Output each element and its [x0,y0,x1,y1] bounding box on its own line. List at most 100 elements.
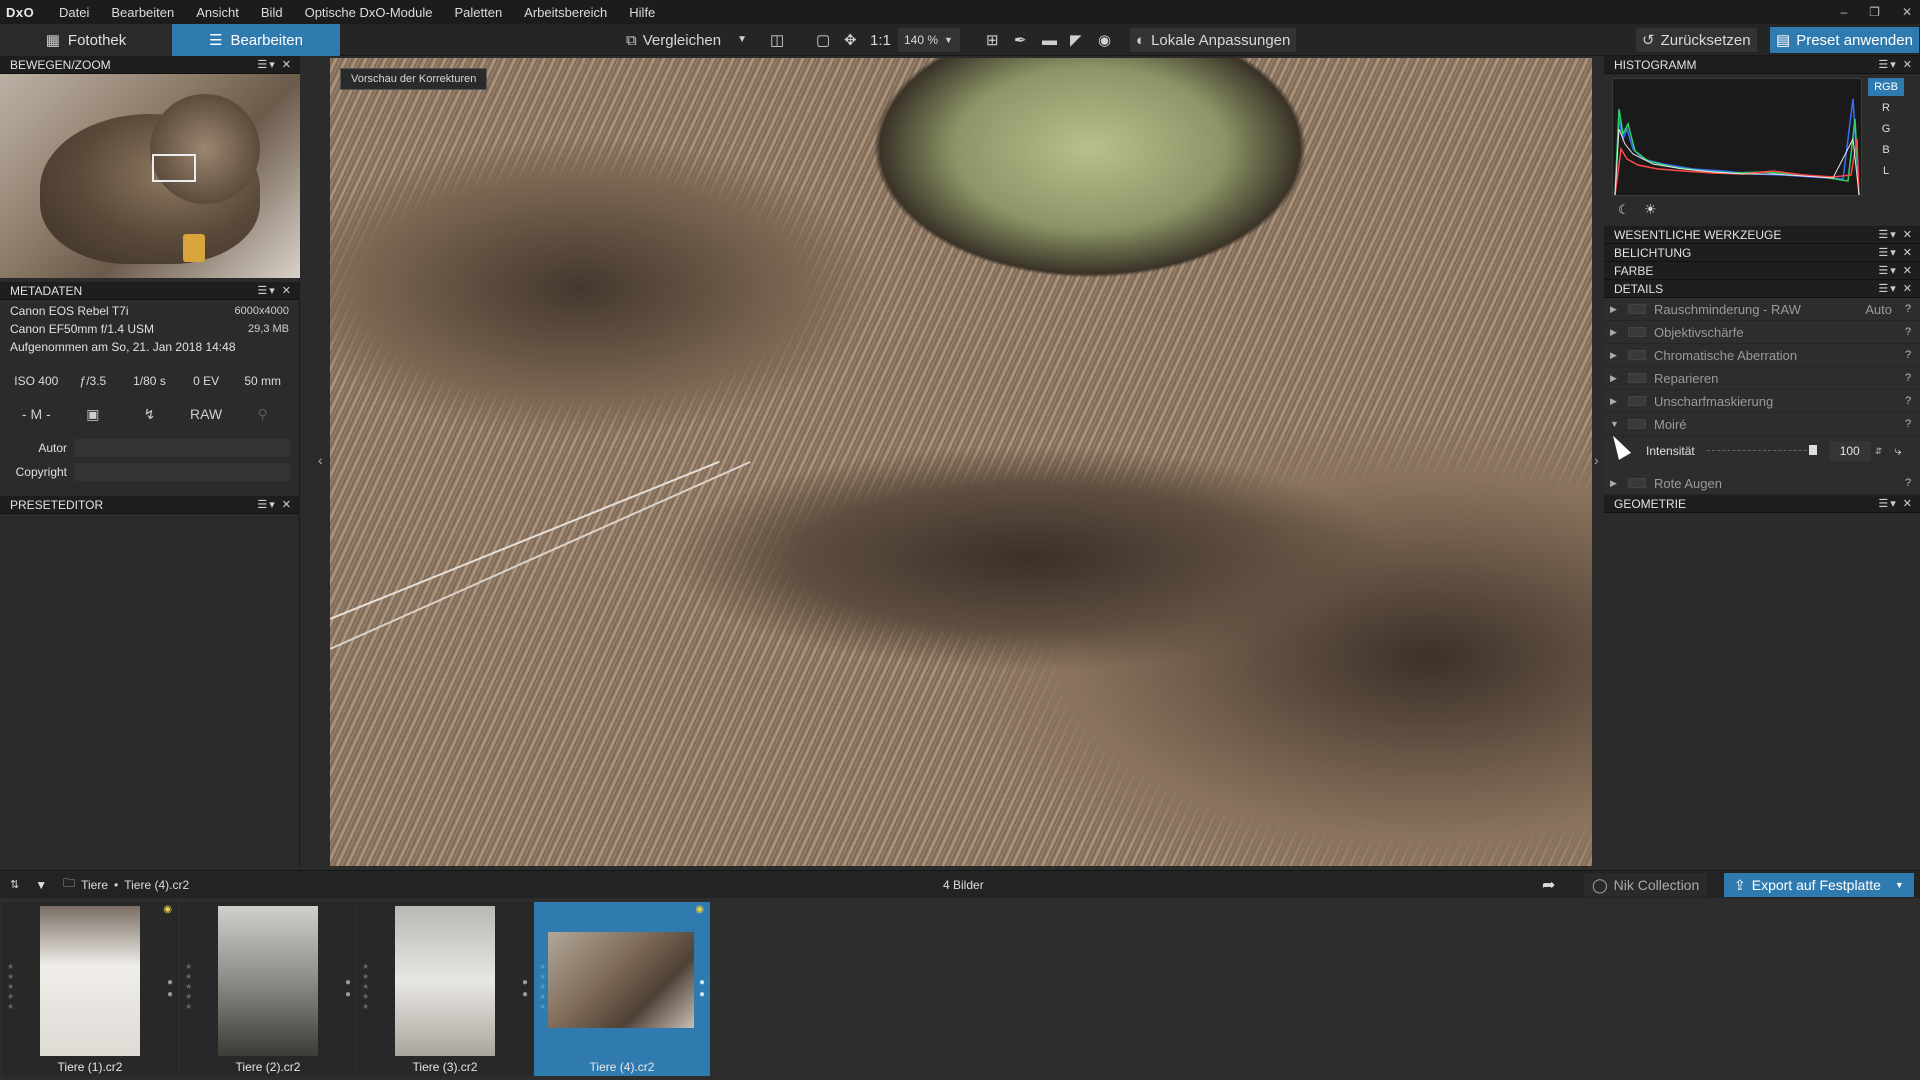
expand-icon[interactable]: ▶ [1610,478,1624,489]
local-adjust-button[interactable]: ◐ Lokale Anpassungen [1130,28,1297,52]
panel-menu-close-icon[interactable]: ☰▾ ✕ [257,498,293,511]
rating-stars[interactable]: ★ ★ ★ ★ ★ [362,962,369,1012]
stepper-icon[interactable]: ⇵ [1875,446,1883,457]
film-item[interactable]: ★ ★ ★ ★ ★ ● ● Tiere (3).cr2 [357,902,533,1076]
help-icon[interactable]: ? [1902,303,1914,315]
copyright-input[interactable] [73,462,291,482]
export-button[interactable]: ⇪ Export auf Festplatte ▼ [1724,873,1914,897]
tab-library[interactable]: ▦ Fotothek [0,24,172,56]
repair-button[interactable]: ◤ [1064,28,1088,52]
essential-tools-header[interactable]: WESENTLICHE WERKZEUGE ☰▾ ✕ [1604,226,1920,244]
detail-item-noise-reduction[interactable]: ▶ Rauschminderung - RAW Auto ? [1604,298,1920,321]
filter-icon[interactable]: ▼ [35,878,47,892]
split-view-button[interactable]: ◫ [764,28,790,52]
help-icon[interactable]: ? [1902,395,1914,407]
move-button[interactable]: ✥ [838,28,863,52]
menu-edit[interactable]: Bearbeiten [100,5,185,20]
tab-edit[interactable]: ☰ Bearbeiten [172,24,340,56]
detail-item-moire[interactable]: ▼ Moiré ? [1604,413,1920,436]
collapse-left-icon[interactable]: ‹ [318,452,323,468]
rating-stars[interactable]: ★ ★ ★ ★ ★ [185,962,192,1012]
reset-button[interactable]: ↺ Zurücksetzen [1636,28,1757,52]
slider-knob[interactable] [1808,445,1817,455]
menu-image[interactable]: Bild [250,5,294,20]
chevron-down-icon[interactable]: ▼ [1895,880,1904,890]
zoom-level-select[interactable]: 140 % ▼ [898,28,960,52]
detail-item-chromatic-aberration[interactable]: ▶ Chromatische Aberration ? [1604,344,1920,367]
help-icon[interactable]: ? [1902,349,1914,361]
menu-view[interactable]: Ansicht [185,5,250,20]
author-input[interactable] [73,438,291,458]
expand-icon[interactable]: ▶ [1610,350,1624,361]
panel-menu-close-icon[interactable]: ☰▾ ✕ [1878,264,1914,277]
channel-r[interactable]: R [1868,99,1904,117]
close-icon[interactable]: ✕ [1902,5,1912,19]
collapse-right-icon[interactable]: › [1594,452,1599,468]
rating-stars[interactable]: ★ ★ ★ ★ ★ [539,962,546,1012]
zoom-1to1-button[interactable]: 1:1 [864,28,897,52]
channel-g[interactable]: G [1868,120,1904,138]
menu-help[interactable]: Hilfe [618,5,666,20]
panel-menu-close-icon[interactable]: ☰▾ ✕ [1878,228,1914,241]
panel-menu-close-icon[interactable]: ☰▾ ✕ [257,58,293,71]
enable-toggle[interactable] [1628,478,1646,488]
film-item[interactable]: ★ ★ ★ ★ ★ ● ● ◉ Tiere (1).cr2 [2,902,178,1076]
help-icon[interactable]: ? [1902,372,1914,384]
fit-screen-button[interactable]: ▢ [810,28,836,52]
rating-stars[interactable]: ★ ★ ★ ★ ★ [7,962,14,1012]
image-viewer[interactable]: Vorschau der Korrekturen [330,58,1592,866]
enable-toggle[interactable] [1628,373,1646,383]
panel-menu-close-icon[interactable]: ☰▾ ✕ [1878,58,1914,71]
panel-menu-close-icon[interactable]: ☰▾ ✕ [1878,282,1914,295]
enable-toggle[interactable] [1628,350,1646,360]
breadcrumb-folder[interactable]: Tiere [81,878,108,892]
enable-toggle[interactable] [1628,419,1646,429]
chevron-down-icon[interactable]: ▼ [737,35,747,45]
preset-editor-header[interactable]: PRESETEDITOR ☰▾ ✕ [0,496,299,514]
expand-icon[interactable]: ▶ [1610,327,1624,338]
minimize-icon[interactable]: – [1840,5,1847,19]
menu-palettes[interactable]: Paletten [443,5,513,20]
menu-optics-modules[interactable]: Optische DxO-Module [294,5,444,20]
zoom-region-box[interactable] [152,154,196,182]
eyedropper-button[interactable]: ✒ [1008,28,1033,52]
color-header[interactable]: FARBE ☰▾ ✕ [1604,262,1920,280]
film-item[interactable]: ★ ★ ★ ★ ★ ● ● Tiere (2).cr2 [180,902,356,1076]
detail-item-lens-sharpness[interactable]: ▶ Objektivschärfe ? [1604,321,1920,344]
details-header[interactable]: DETAILS ☰▾ ✕ [1604,280,1920,298]
compare-button[interactable]: ⧉ Vergleichen ▼ [620,28,753,52]
moire-intensity-slider[interactable] [1706,445,1817,455]
sort-icon[interactable]: ⇅ [10,878,19,891]
channel-rgb[interactable]: RGB [1868,78,1904,96]
moire-intensity-input[interactable]: 100 [1828,441,1871,461]
expand-icon[interactable]: ▶ [1610,396,1624,407]
navigator-thumbnail[interactable] [0,74,300,278]
detail-item-red-eye[interactable]: ▶ Rote Augen ? [1604,472,1920,495]
panel-menu-close-icon[interactable]: ☰▾ ✕ [1878,497,1914,510]
enable-toggle[interactable] [1628,396,1646,406]
expand-icon[interactable]: ▶ [1610,304,1624,315]
help-icon[interactable]: ? [1902,326,1914,338]
help-icon[interactable]: ? [1902,477,1914,489]
exposure-header[interactable]: BELICHTUNG ☰▾ ✕ [1604,244,1920,262]
sun-icon[interactable]: ☀ [1644,201,1657,218]
geometry-header[interactable]: GEOMETRIE ☰▾ ✕ [1604,495,1920,513]
moon-icon[interactable]: ☾ [1618,202,1630,218]
expand-icon[interactable]: ▶ [1610,373,1624,384]
reset-pin-icon[interactable]: ⤷ [1894,443,1901,459]
panel-menu-close-icon[interactable]: ☰▾ ✕ [257,284,293,297]
enable-toggle[interactable] [1628,327,1646,337]
detail-item-repair[interactable]: ▶ Reparieren ? [1604,367,1920,390]
enable-toggle[interactable] [1628,304,1646,314]
film-item-selected[interactable]: ★ ★ ★ ★ ★ ● ● ◉ Tiere (4).cr2 [534,902,710,1076]
detail-item-unsharp-mask[interactable]: ▶ Unscharfmaskierung ? [1604,390,1920,413]
crop-button[interactable]: ⊞ [980,28,1005,52]
menu-file[interactable]: Datei [48,5,100,20]
apply-preset-button[interactable]: ▤ Preset anwenden [1770,27,1919,53]
red-eye-button[interactable]: ◉ [1092,28,1117,52]
channel-l[interactable]: L [1868,162,1904,180]
channel-b[interactable]: B [1868,141,1904,159]
share-icon[interactable]: ➦ [1542,875,1555,895]
menu-workspace[interactable]: Arbeitsbereich [513,5,618,20]
restore-icon[interactable]: ❐ [1869,5,1880,19]
